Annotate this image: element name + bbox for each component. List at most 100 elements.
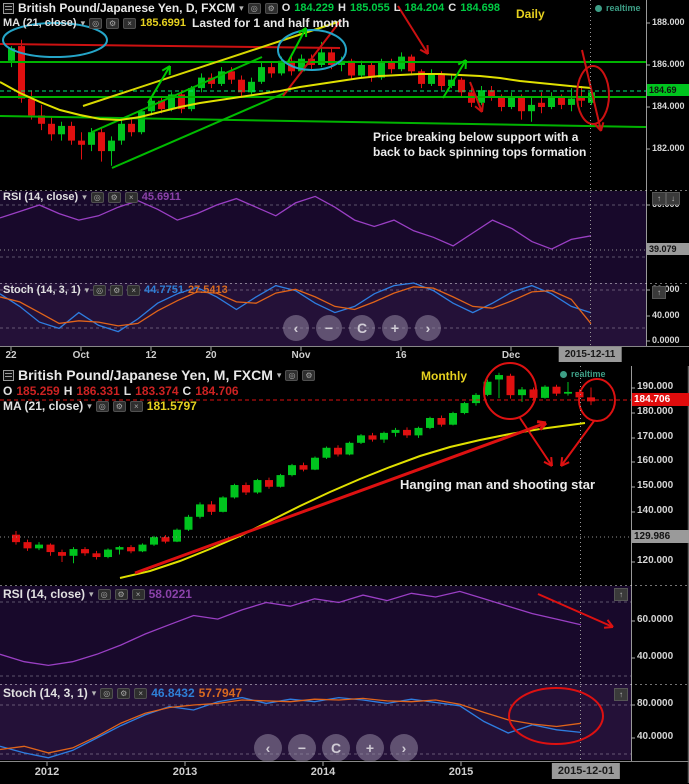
pane-up-button[interactable]: ↑ bbox=[652, 192, 666, 205]
chevron-down-icon[interactable]: ▾ bbox=[89, 589, 94, 600]
ma-label[interactable]: MA (21, close) bbox=[3, 17, 77, 29]
settings-icon[interactable]: ⚙ bbox=[114, 588, 128, 600]
low-value: 183.374 bbox=[135, 384, 179, 398]
date-tag: 2015-12-11 bbox=[558, 347, 622, 362]
scroll-left-button[interactable]: ‹ bbox=[254, 734, 282, 762]
pane-up-button[interactable]: ↑ bbox=[652, 286, 666, 299]
date-tag: 2015-12-01 bbox=[551, 763, 621, 779]
close-label: C bbox=[448, 2, 457, 14]
settings-icon[interactable]: ⚙ bbox=[107, 191, 121, 203]
ma-value: 181.5797 bbox=[146, 399, 197, 413]
settings-icon[interactable]: ⚙ bbox=[302, 369, 316, 381]
reset-chart-button[interactable]: C bbox=[322, 734, 350, 762]
zoom-in-button[interactable]: + bbox=[356, 734, 384, 762]
chevron-down-icon[interactable]: ▾ bbox=[82, 192, 87, 203]
rsi-label[interactable]: RSI (14, close) bbox=[3, 191, 78, 203]
open-label: O bbox=[3, 384, 13, 398]
rsi-label[interactable]: RSI (14, close) bbox=[3, 587, 85, 601]
zoom-out-button[interactable]: − bbox=[316, 315, 342, 341]
close-icon[interactable]: × bbox=[124, 191, 138, 203]
pane-up-button[interactable]: ↑ bbox=[614, 588, 628, 601]
chevron-down-icon[interactable]: ▾ bbox=[92, 688, 97, 699]
time-axis-label: 2013 bbox=[172, 766, 198, 778]
settings-icon[interactable]: ⚙ bbox=[264, 2, 278, 14]
monthly-header: British Pound/Japanese Yen, M, FXCM ▾ ◎ … bbox=[3, 367, 316, 383]
low-label: L bbox=[393, 2, 401, 14]
settings-icon[interactable]: ⚙ bbox=[106, 17, 120, 29]
reset-chart-button[interactable]: C bbox=[349, 315, 375, 341]
close-value: 184.698 bbox=[460, 2, 500, 14]
close-icon[interactable]: × bbox=[134, 687, 148, 699]
zoom-out-button[interactable]: − bbox=[288, 734, 316, 762]
close-icon[interactable]: × bbox=[129, 400, 143, 412]
rsi-scale-label: 60.0000 bbox=[637, 614, 674, 625]
rsi-scale-label: 40.0000 bbox=[637, 651, 674, 662]
monthly-ma-row: MA (21, close) ▾ ◎ ⚙ × 181.5797 bbox=[3, 399, 197, 413]
rsi-value: 45.6911 bbox=[141, 191, 181, 203]
monthly-stoch-header: Stoch (14, 3, 1) ▾ ◎ ⚙ × 46.8432 57.7947 bbox=[3, 686, 242, 700]
time-axis-label: 16 bbox=[395, 350, 407, 361]
daily-stoch-header: Stoch (14, 3, 1) ▾ ◎ ⚙ × 44.7751 27.5413 bbox=[3, 284, 228, 296]
realtime-dot-icon bbox=[595, 4, 602, 12]
chevron-down-icon[interactable]: ▾ bbox=[85, 285, 90, 296]
scroll-right-button[interactable]: › bbox=[390, 734, 418, 762]
stoch-k-value: 44.7751 bbox=[144, 284, 184, 296]
chevron-down-icon[interactable]: ▾ bbox=[87, 401, 92, 412]
price-tag: 184.706 bbox=[632, 393, 689, 406]
time-axis-label: 20 bbox=[205, 350, 217, 361]
ma-value: 185.6991 bbox=[140, 17, 186, 29]
visibility-toggle-icon[interactable]: ◎ bbox=[93, 284, 107, 296]
price-tag: 184.69 bbox=[647, 84, 689, 96]
price-scale-label: 186.000 bbox=[652, 58, 685, 69]
low-value: 184.204 bbox=[404, 2, 445, 14]
chevron-down-icon[interactable]: ▾ bbox=[239, 3, 244, 14]
visibility-toggle-icon[interactable]: ◎ bbox=[90, 191, 104, 203]
stoch-scale-label: 80.0000 bbox=[637, 698, 674, 709]
visibility-toggle-icon[interactable]: ◎ bbox=[285, 369, 299, 381]
scroll-right-button[interactable]: › bbox=[415, 315, 441, 341]
zoom-in-button[interactable]: + bbox=[382, 315, 408, 341]
realtime-indicator: realtime bbox=[560, 369, 606, 379]
daily-rsi-header: RSI (14, close) ▾ ◎ ⚙ × 45.6911 bbox=[3, 191, 181, 203]
time-axis-label: 22 bbox=[5, 350, 17, 361]
daily-symbol-title[interactable]: British Pound/Japanese Yen, D, FXCM bbox=[18, 1, 235, 15]
price-scale-label: 160.000 bbox=[637, 455, 674, 466]
price-scale-label: 180.000 bbox=[637, 406, 674, 417]
close-icon[interactable]: × bbox=[123, 17, 137, 29]
pane-down-button[interactable]: ↓ bbox=[666, 192, 680, 205]
price-scale-label: 190.000 bbox=[637, 381, 674, 392]
pane-up-button[interactable]: ↑ bbox=[614, 688, 628, 701]
close-icon[interactable]: × bbox=[131, 588, 145, 600]
trading-terminal: British Pound/Japanese Yen, D, FXCM ▾ ◎ … bbox=[0, 0, 689, 784]
scroll-left-button[interactable]: ‹ bbox=[283, 315, 309, 341]
visibility-toggle-icon[interactable]: ◎ bbox=[247, 2, 261, 14]
time-axis-label: 12 bbox=[145, 350, 157, 361]
time-axis-label: 2012 bbox=[34, 766, 60, 778]
rsi-value: 58.0221 bbox=[148, 587, 192, 601]
stoch-label[interactable]: Stoch (14, 3, 1) bbox=[3, 284, 81, 296]
stoch-label[interactable]: Stoch (14, 3, 1) bbox=[3, 686, 88, 700]
ma-label[interactable]: MA (21, close) bbox=[3, 399, 83, 413]
price-scale-label: 182.000 bbox=[652, 142, 685, 153]
legend-collapse-icon[interactable] bbox=[3, 369, 14, 381]
time-axis-label: 2014 bbox=[310, 766, 336, 778]
legend-collapse-icon[interactable] bbox=[3, 2, 14, 14]
close-icon[interactable]: × bbox=[127, 284, 141, 296]
open-value: 185.259 bbox=[16, 384, 60, 398]
settings-icon[interactable]: ⚙ bbox=[110, 284, 124, 296]
realtime-label: realtime bbox=[571, 369, 606, 379]
realtime-dot-icon bbox=[560, 370, 567, 378]
settings-icon[interactable]: ⚙ bbox=[117, 687, 131, 699]
value-tag: 129.986 bbox=[632, 530, 689, 543]
high-value: 185.055 bbox=[349, 2, 390, 14]
daily-annotation-text: Price breaking below support with a back… bbox=[373, 130, 587, 159]
chevron-down-icon[interactable]: ▾ bbox=[81, 18, 86, 29]
visibility-toggle-icon[interactable]: ◎ bbox=[97, 588, 111, 600]
visibility-toggle-icon[interactable]: ◎ bbox=[89, 17, 103, 29]
chevron-down-icon[interactable]: ▾ bbox=[277, 370, 282, 381]
visibility-toggle-icon[interactable]: ◎ bbox=[95, 400, 109, 412]
settings-icon[interactable]: ⚙ bbox=[112, 400, 126, 412]
monthly-symbol-title[interactable]: British Pound/Japanese Yen, M, FXCM bbox=[18, 367, 273, 383]
visibility-toggle-icon[interactable]: ◎ bbox=[100, 687, 114, 699]
close-value: 184.706 bbox=[195, 384, 239, 398]
